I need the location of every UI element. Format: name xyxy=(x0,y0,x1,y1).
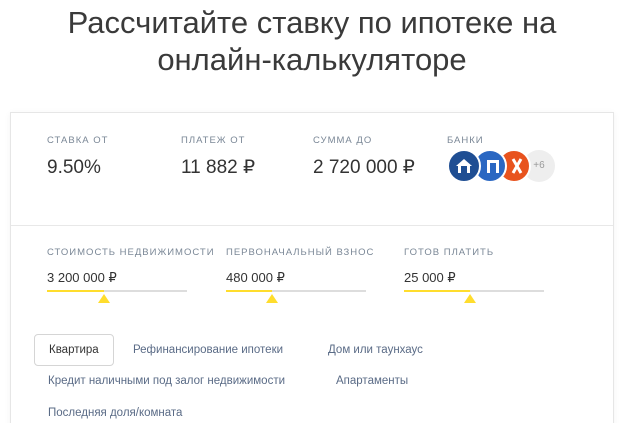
monthly-payment-label: ГОТОВ ПЛАТИТЬ xyxy=(404,247,495,258)
bank-logo-icon xyxy=(447,149,481,183)
rate-value: 9.50% xyxy=(47,157,101,178)
tab-apartments[interactable]: Апартаменты xyxy=(336,374,408,388)
heading-line-2: онлайн-калькуляторе xyxy=(157,42,467,77)
slider-track[interactable] xyxy=(226,290,366,303)
property-cost-value[interactable]: 3 200 000 ₽ xyxy=(47,270,187,286)
tab-share[interactable]: Последняя доля/комната xyxy=(48,406,182,420)
amount-label: СУММА ДО xyxy=(313,135,373,146)
monthly-payment-value[interactable]: 25 000 ₽ xyxy=(404,270,544,286)
slider-track[interactable] xyxy=(47,290,187,303)
amount-stat: СУММА ДО 2 720 000 ₽ xyxy=(313,135,415,179)
payment-label: ПЛАТЕЖ ОТ xyxy=(181,135,246,146)
property-cost-label: СТОИМОСТЬ НЕДВИЖИМОСТИ xyxy=(47,247,215,258)
tab-cash-loan[interactable]: Кредит наличными под залог недвижимости xyxy=(48,374,285,388)
banks-label: БАНКИ xyxy=(447,135,484,146)
rate-stat: СТАВКА ОТ 9.50% xyxy=(47,135,108,179)
heading-line-1: Рассчитайте ставку по ипотеке на xyxy=(67,5,557,40)
payment-value: 11 882 ₽ xyxy=(181,157,256,178)
card-divider xyxy=(11,225,613,226)
down-payment-slider[interactable]: ПЕРВОНАЧАЛЬНЫЙ ВЗНОС 480 000 ₽ xyxy=(226,247,375,303)
rate-label: СТАВКА ОТ xyxy=(47,135,109,146)
amount-value: 2 720 000 ₽ xyxy=(313,157,415,178)
slider-fill xyxy=(226,290,273,292)
bank-logos[interactable]: +6 xyxy=(447,149,577,185)
property-cost-slider[interactable]: СТОИМОСТЬ НЕДВИЖИМОСТИ 3 200 000 ₽ xyxy=(47,247,215,303)
page-heading: Рассчитайте ставку по ипотеке на онлайн-… xyxy=(0,4,624,78)
slider-thumb[interactable] xyxy=(98,294,111,303)
tab-refinancing[interactable]: Рефинансирование ипотеки xyxy=(133,343,283,357)
slider-track[interactable] xyxy=(404,290,544,303)
down-payment-label: ПЕРВОНАЧАЛЬНЫЙ ВЗНОС xyxy=(226,247,375,258)
payment-stat: ПЛАТЕЖ ОТ 11 882 ₽ xyxy=(181,135,255,179)
banks-stat[interactable]: БАНКИ +6 xyxy=(447,135,555,183)
tab-apartment[interactable]: Квартира xyxy=(34,334,114,366)
slider-thumb[interactable] xyxy=(266,294,279,303)
slider-fill xyxy=(47,290,105,292)
mortgage-calculator-card: СТАВКА ОТ 9.50% ПЛАТЕЖ ОТ 11 882 ₽ СУММА… xyxy=(10,112,614,423)
slider-fill xyxy=(404,290,470,292)
tab-house[interactable]: Дом или таунхаус xyxy=(328,343,423,357)
monthly-payment-slider[interactable]: ГОТОВ ПЛАТИТЬ 25 000 ₽ xyxy=(404,247,544,303)
slider-thumb[interactable] xyxy=(463,294,476,303)
down-payment-value[interactable]: 480 000 ₽ xyxy=(226,270,366,286)
